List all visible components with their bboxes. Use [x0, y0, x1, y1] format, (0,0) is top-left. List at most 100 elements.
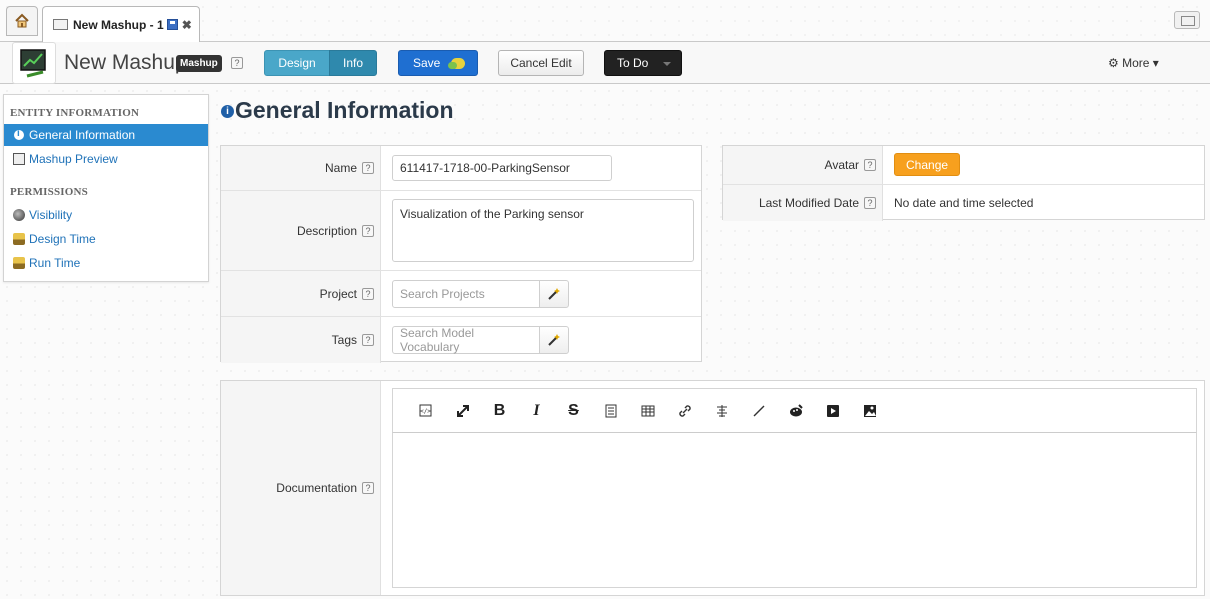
- tab-new-mashup[interactable]: New Mashup - 1 ✖: [42, 6, 200, 42]
- image-icon[interactable]: [851, 404, 888, 418]
- tags-label-text: Tags: [331, 333, 357, 347]
- unsaved-icon: [166, 19, 178, 30]
- design-button[interactable]: Design: [264, 50, 330, 76]
- avatar-info-panel: Avatar ? Change Last Modified Date ? No …: [722, 145, 1205, 221]
- sidebar-item-label: Design Time: [29, 232, 96, 246]
- modified-label-text: Last Modified Date: [758, 196, 859, 210]
- color-icon[interactable]: [777, 403, 814, 418]
- preview-icon: [13, 153, 25, 165]
- modified-label: Last Modified Date ?: [723, 185, 883, 221]
- help-icon[interactable]: ?: [362, 334, 374, 346]
- modified-row: Last Modified Date ? No date and time se…: [723, 185, 1204, 221]
- name-label: Name ?: [221, 146, 381, 190]
- sidebar-item-label: Visibility: [29, 208, 73, 222]
- documentation-label-text: Documentation: [276, 481, 357, 495]
- description-label-text: Description: [296, 223, 357, 238]
- project-wand-button[interactable]: [539, 280, 569, 308]
- name-label-text: Name: [324, 161, 357, 175]
- sidebar-item-run-time[interactable]: Run Time: [4, 252, 208, 274]
- bold-icon[interactable]: B: [481, 402, 518, 420]
- help-icon[interactable]: ?: [864, 159, 876, 171]
- video-icon[interactable]: [814, 404, 851, 418]
- comment-icon: [448, 58, 465, 69]
- home-tab[interactable]: [6, 6, 38, 36]
- help-icon[interactable]: ?: [362, 224, 374, 237]
- chevron-down-icon: ▾: [1152, 56, 1159, 70]
- cancel-edit-button[interactable]: Cancel Edit: [498, 50, 584, 76]
- documentation-panel: Documentation ? </> B I S: [220, 380, 1205, 596]
- help-icon[interactable]: ?: [362, 162, 374, 174]
- project-label-text: Project: [319, 286, 357, 301]
- visibility-icon: [13, 209, 25, 221]
- todo-label: To Do: [617, 56, 649, 70]
- user-lock-icon: [13, 257, 25, 269]
- page-title-text: General Information: [235, 97, 454, 123]
- name-input[interactable]: 611417-1718-00-ParkingSensor: [392, 155, 612, 181]
- svg-text:</>: </>: [420, 408, 431, 415]
- line-icon[interactable]: [740, 404, 777, 418]
- avatar-label-text: Avatar: [824, 158, 859, 172]
- magic-wand-icon: [548, 334, 560, 346]
- project-search-input[interactable]: Search Projects: [392, 280, 540, 308]
- sidebar-item-label: Run Time: [29, 256, 81, 270]
- tab-label: New Mashup - 1: [73, 17, 164, 32]
- help-icon[interactable]: ?: [362, 482, 374, 494]
- list-icon[interactable]: [592, 404, 629, 418]
- documentation-label: Documentation ?: [221, 381, 381, 595]
- last-modified-value: No date and time selected: [894, 196, 1034, 210]
- entity-type-badge: Mashup: [176, 55, 222, 72]
- save-button-label: Save: [413, 56, 441, 70]
- italic-icon[interactable]: I: [518, 402, 555, 420]
- gear-icon: ⚙: [1108, 56, 1119, 70]
- save-button[interactable]: Save: [398, 50, 478, 76]
- align-icon[interactable]: [703, 404, 740, 418]
- source-icon[interactable]: </>: [407, 404, 444, 417]
- more-label: More: [1122, 56, 1150, 70]
- entity-title: New Mashup: [64, 51, 187, 74]
- mashup-tab-icon: [53, 19, 68, 30]
- sidebar-item-visibility[interactable]: Visibility: [4, 204, 208, 226]
- sidebar-item-design-time[interactable]: Design Time: [4, 228, 208, 250]
- more-menu[interactable]: ⚙ More ▾: [1108, 56, 1159, 70]
- documentation-editor[interactable]: [392, 433, 1197, 588]
- todo-button[interactable]: To Do: [604, 50, 682, 76]
- user-lock-icon: [13, 233, 25, 245]
- mashup-logo-icon: [12, 42, 56, 84]
- sidebar: ENTITY INFORMATION General Information M…: [3, 94, 209, 282]
- change-avatar-button[interactable]: Change: [894, 153, 961, 176]
- tags-wand-button[interactable]: [539, 326, 569, 354]
- close-tab-icon[interactable]: ✖: [182, 18, 192, 32]
- table-icon[interactable]: [629, 405, 666, 417]
- window-toggle-button[interactable]: [1174, 11, 1200, 29]
- entity-toolbar: New Mashup Mashup ? Design Info Save Can…: [0, 42, 1210, 84]
- tags-label: Tags ?: [221, 317, 381, 363]
- page-title: i General Information: [221, 97, 454, 124]
- avatar-label: Avatar ?: [723, 146, 883, 184]
- sidebar-item-mashup-preview[interactable]: Mashup Preview: [4, 148, 208, 170]
- sidebar-section-entity-information: ENTITY INFORMATION: [10, 107, 140, 119]
- info-icon: [13, 128, 25, 141]
- help-icon[interactable]: ?: [864, 197, 876, 209]
- info-button[interactable]: Info: [329, 50, 377, 76]
- tab-bar: New Mashup - 1 ✖: [0, 0, 1210, 42]
- description-row: Description ? Visualization of the Parki…: [221, 191, 701, 271]
- project-row: Project ? Search Projects: [221, 271, 701, 317]
- project-label: Project ?: [221, 271, 381, 316]
- home-icon: [15, 13, 29, 28]
- help-icon[interactable]: ?: [231, 57, 243, 69]
- chevron-down-icon: [663, 62, 671, 66]
- link-icon[interactable]: [666, 403, 703, 419]
- sidebar-item-label: Mashup Preview: [29, 152, 118, 166]
- strikethrough-icon[interactable]: S: [555, 402, 592, 420]
- fullscreen-icon[interactable]: [444, 403, 481, 419]
- sidebar-item-general-information[interactable]: General Information: [4, 124, 208, 146]
- help-icon[interactable]: ?: [362, 287, 374, 300]
- general-info-form: Name ? 611417-1718-00-ParkingSensor Desc…: [220, 145, 702, 363]
- tags-row: Tags ? Search Model Vocabulary: [221, 317, 701, 363]
- description-textarea[interactable]: Visualization of the Parking sensor: [392, 199, 694, 262]
- avatar-row: Avatar ? Change: [723, 146, 1204, 185]
- editor-toolbar: </> B I S: [392, 388, 1197, 433]
- tags-search-input[interactable]: Search Model Vocabulary: [392, 326, 540, 354]
- name-row: Name ? 611417-1718-00-ParkingSensor: [221, 146, 701, 191]
- info-icon: i: [221, 105, 234, 119]
